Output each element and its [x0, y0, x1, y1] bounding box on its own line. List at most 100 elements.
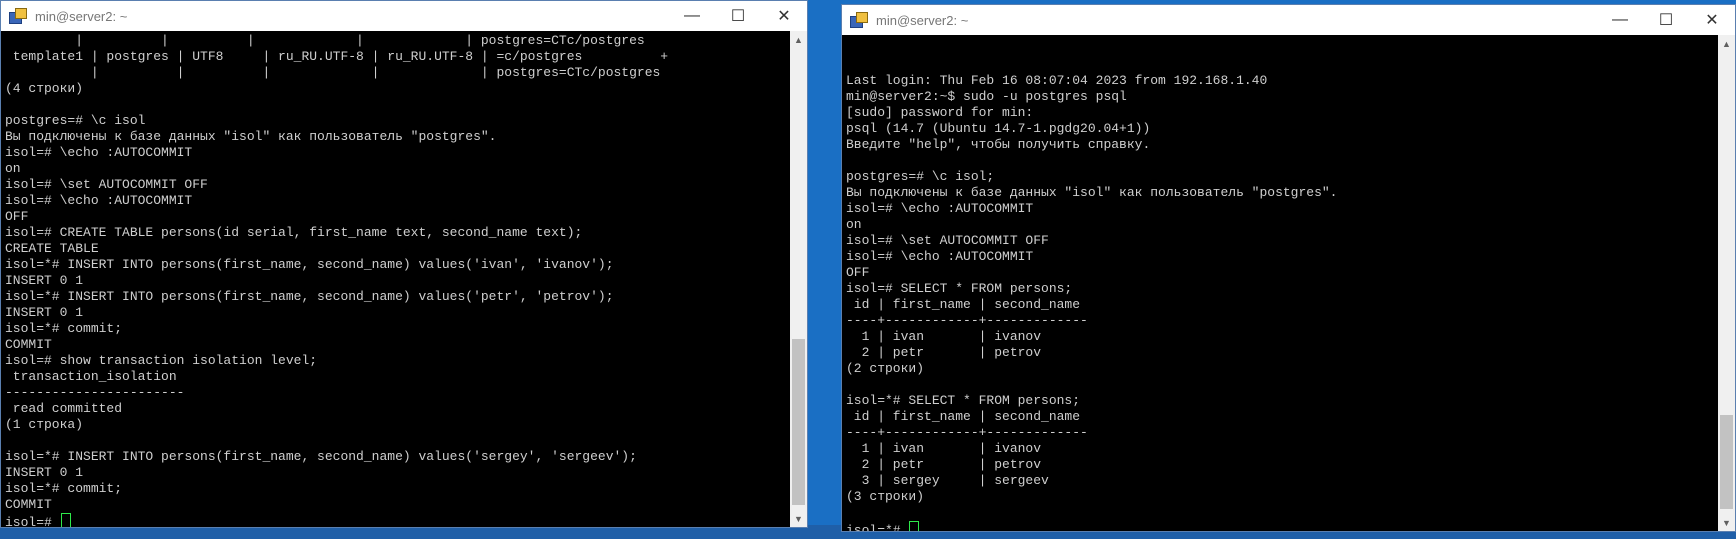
terminal-line: (1 строка): [5, 417, 84, 432]
maximize-icon: ☐: [730, 8, 746, 25]
terminal-line: isol=# \echo :AUTOCOMMIT: [5, 193, 193, 208]
minimize-icon: —: [1612, 11, 1628, 28]
terminal-line: postgres=# \c isol;: [846, 169, 995, 184]
minimize-icon: —: [684, 7, 700, 24]
terminal-line: (3 строки): [846, 489, 925, 504]
command-prompt[interactable]: isol=*#: [846, 521, 1718, 531]
terminal-line: isol=*# INSERT INTO persons(first_name, …: [5, 289, 614, 304]
scroll-thumb[interactable]: [792, 339, 805, 505]
close-icon: ✕: [777, 8, 791, 25]
terminal-line: -----------------------: [5, 385, 185, 400]
scrollbar[interactable]: ▲ ▼: [1718, 35, 1735, 531]
terminal-line: on: [5, 161, 21, 176]
terminal-line: COMMIT: [5, 497, 52, 512]
window-title: min@server2: ~: [35, 8, 128, 24]
terminal-line: (4 строки): [5, 81, 84, 96]
scroll-up-button[interactable]: ▲: [1718, 35, 1735, 52]
terminal-line: (2 строки): [846, 361, 925, 376]
terminal-window-left[interactable]: min@server2: ~ — ☐ ✕ | | | | | postgres=…: [0, 0, 808, 528]
arrow-down-icon: ▼: [1722, 517, 1731, 528]
terminal-line: 3 | sergey | sergeev: [846, 473, 1049, 488]
close-button[interactable]: ✕: [1689, 5, 1735, 35]
arrow-up-icon: ▲: [794, 34, 803, 45]
terminal-line: 1 | ivan | ivanov: [846, 329, 1042, 344]
terminal-line: read committed: [5, 401, 123, 416]
terminal-line: isol=# \set AUTOCOMMIT OFF: [846, 233, 1049, 248]
putty-icon[interactable]: [9, 7, 27, 25]
terminal-line: INSERT 0 1: [5, 305, 84, 320]
terminal-line: isol=*# SELECT * FROM persons;: [846, 393, 1081, 408]
terminal-line: min@server2:~$ sudo -u postgres psql: [846, 89, 1127, 104]
terminal-line: isol=*# commit;: [5, 481, 123, 496]
terminal-line: postgres=# \c isol: [5, 113, 146, 128]
terminal-line: isol=*# commit;: [5, 321, 123, 336]
terminal-line: ----+------------+-------------: [846, 425, 1088, 440]
terminal-output[interactable]: | | | | | postgres=CTc/postgres template…: [1, 31, 790, 527]
terminal-line: isol=# show transaction isolation level;: [5, 353, 318, 368]
prompt-text: isol=#: [5, 515, 60, 527]
terminal-line: OFF: [5, 209, 29, 224]
terminal-text: Last login: Thu Feb 16 08:07:04 2023 fro…: [842, 35, 1718, 531]
maximize-button[interactable]: ☐: [715, 1, 761, 31]
arrow-up-icon: ▲: [1722, 38, 1731, 49]
terminal-line: isol=# \echo :AUTOCOMMIT: [5, 145, 193, 160]
terminal-line: OFF: [846, 265, 870, 280]
title-bar[interactable]: min@server2: ~ — ☐ ✕: [1, 1, 807, 31]
window-title: min@server2: ~: [876, 12, 969, 28]
scrollbar[interactable]: ▲ ▼: [790, 31, 807, 527]
terminal-line: isol=# CREATE TABLE persons(id serial, f…: [5, 225, 583, 240]
text-cursor: [909, 521, 920, 531]
terminal-line: Last login: Thu Feb 16 08:07:04 2023 fro…: [846, 73, 1268, 88]
close-icon: ✕: [1705, 12, 1719, 29]
terminal-line: psql (14.7 (Ubuntu 14.7-1.pgdg20.04+1)): [846, 121, 1151, 136]
arrow-down-icon: ▼: [794, 513, 803, 524]
terminal-line: CREATE TABLE: [5, 241, 99, 256]
terminal-line: transaction_isolation: [5, 369, 177, 384]
terminal-line: INSERT 0 1: [5, 273, 84, 288]
minimize-button[interactable]: —: [669, 1, 715, 31]
terminal-line: on: [846, 217, 862, 232]
scroll-down-button[interactable]: ▼: [1718, 514, 1735, 531]
maximize-button[interactable]: ☐: [1643, 5, 1689, 35]
terminal-line: isol=*# INSERT INTO persons(first_name, …: [5, 449, 637, 464]
scroll-up-button[interactable]: ▲: [790, 31, 807, 48]
terminal-line: isol=# \set AUTOCOMMIT OFF: [5, 177, 208, 192]
terminal-line: INSERT 0 1: [5, 465, 84, 480]
terminal-line: isol=# SELECT * FROM persons;: [846, 281, 1073, 296]
terminal-line: | | | | | postgres=CTc/postgres: [5, 65, 661, 80]
terminal-text: | | | | | postgres=CTc/postgres template…: [1, 31, 790, 527]
terminal-output[interactable]: Last login: Thu Feb 16 08:07:04 2023 fro…: [842, 35, 1718, 531]
terminal-line: ----+------------+-------------: [846, 313, 1088, 328]
terminal-line: COMMIT: [5, 337, 52, 352]
terminal-line: id | first_name | second_name: [846, 297, 1081, 312]
terminal-window-right[interactable]: min@server2: ~ — ☐ ✕ Last login: Thu Feb…: [841, 4, 1736, 532]
terminal-line: isol=# \echo :AUTOCOMMIT: [846, 249, 1034, 264]
maximize-icon: ☐: [1658, 12, 1674, 29]
scroll-thumb[interactable]: [1720, 415, 1733, 509]
title-bar[interactable]: min@server2: ~ — ☐ ✕: [842, 5, 1735, 35]
terminal-line: 2 | petr | petrov: [846, 457, 1042, 472]
terminal-line: 1 | ivan | ivanov: [846, 441, 1042, 456]
scroll-down-button[interactable]: ▼: [790, 510, 807, 527]
terminal-line: Вы подключены к базе данных "isol" как п…: [5, 129, 497, 144]
terminal-line: Вы подключены к базе данных "isol" как п…: [846, 185, 1338, 200]
terminal-line: isol=*# INSERT INTO persons(first_name, …: [5, 257, 614, 272]
terminal-line: Введите "help", чтобы получить справку.: [846, 137, 1151, 152]
close-button[interactable]: ✕: [761, 1, 807, 31]
terminal-line: id | first_name | second_name: [846, 409, 1081, 424]
putty-icon[interactable]: [850, 11, 868, 29]
text-cursor: [60, 513, 71, 527]
terminal-line: [sudo] password for min:: [846, 105, 1034, 120]
prompt-text: isol=*#: [846, 523, 909, 531]
command-prompt[interactable]: isol=#: [5, 513, 790, 527]
terminal-line: template1 | postgres | UTF8 | ru_RU.UTF-…: [5, 49, 669, 64]
minimize-button[interactable]: —: [1597, 5, 1643, 35]
terminal-line: | | | | | postgres=CTc/postgres: [5, 33, 645, 48]
